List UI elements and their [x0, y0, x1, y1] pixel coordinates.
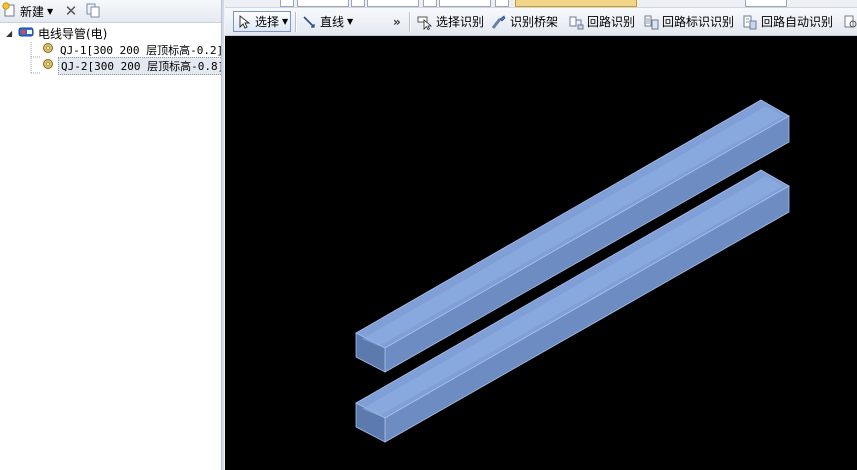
strip-field[interactable]	[439, 0, 491, 7]
line-button[interactable]: 直线 ▼	[301, 11, 353, 32]
strip-control[interactable]	[495, 0, 509, 7]
delete-button[interactable]: ✕	[62, 2, 80, 20]
circuit-recognize-button[interactable]: 回路识别	[568, 11, 635, 32]
double-chevron-right-icon: »	[393, 14, 401, 29]
component-gear-icon	[42, 42, 54, 57]
select-button[interactable]: 选择 ▼	[233, 11, 291, 32]
bridge-brush-icon	[491, 14, 507, 30]
select-recognize-label: 选择识别	[436, 15, 485, 29]
new-button-label: 新建	[20, 4, 45, 19]
chevron-down-icon[interactable]: ▼	[282, 17, 288, 26]
drawing-toolbar: 选择 ▼ 直线 ▼ » 选择识别 识别桥架 回路识别 回路标识识别 回路自动识别	[225, 8, 857, 36]
chevron-down-icon: ▼	[47, 6, 54, 16]
delete-x-icon: ✕	[64, 2, 78, 20]
component-list-panel: 新建 ▼ ✕ ◢ 电线导管(电) QJ-1[300 200 层顶标高-0.2] …	[0, 0, 228, 470]
copy-icon	[85, 2, 101, 21]
cursor-arrow-icon	[236, 14, 252, 30]
select-recognize-button[interactable]: 选择识别	[417, 11, 484, 32]
strip-control[interactable]	[280, 0, 294, 7]
component-gear-icon	[42, 58, 54, 73]
component-toolbar: 新建 ▼ ✕	[0, 0, 221, 23]
search-icon	[843, 14, 857, 30]
select-label: 选择	[255, 15, 280, 29]
circuit-label-icon	[643, 14, 659, 30]
tree-item-qj-1[interactable]: QJ-1[300 200 层顶标高-0.2]	[42, 42, 225, 57]
new-document-icon	[2, 1, 18, 21]
new-component-button[interactable]: 新建 ▼	[2, 1, 60, 21]
line-draw-icon	[301, 14, 317, 30]
strip-control[interactable]	[351, 0, 365, 7]
strip-field[interactable]	[367, 0, 419, 7]
circuit-recognize-label: 回路识别	[587, 15, 636, 29]
chevron-down-icon[interactable]: ▼	[347, 17, 353, 26]
toolbar-overflow-button[interactable]: »	[393, 11, 401, 32]
strip-field[interactable]	[297, 0, 349, 7]
tree-item-label: QJ-2[300 200 层顶标高-0.8]	[58, 56, 228, 75]
recognize-bridge-button[interactable]: 识别桥架	[491, 11, 558, 32]
conduit-icon	[18, 25, 34, 42]
line-label: 直线	[320, 15, 345, 29]
tree-item-qj-2[interactable]: QJ-2[300 200 层顶标高-0.8]	[42, 56, 228, 75]
strip-control[interactable]	[423, 0, 437, 7]
select-recognize-icon	[417, 14, 433, 30]
3d-viewport[interactable]	[225, 36, 857, 470]
circuit-icon	[568, 14, 584, 30]
circuit-label-recognize-label: 回路标识识别	[662, 15, 735, 29]
circuit-auto-icon	[742, 14, 758, 30]
strip-active-field[interactable]	[515, 0, 637, 7]
copy-button[interactable]	[83, 2, 103, 20]
drawing-canvas[interactable]	[225, 36, 857, 470]
property-strip	[225, 0, 857, 8]
toolbar-clipped-button[interactable]	[843, 11, 857, 32]
expand-collapse-icon[interactable]: ◢	[6, 29, 18, 38]
tree-item-label: QJ-1[300 200 层顶标高-0.2]	[60, 43, 224, 57]
toolbar-separator	[295, 12, 297, 32]
circuit-label-recognize-button[interactable]: 回路标识识别	[643, 11, 734, 32]
circuit-auto-recognize-button[interactable]: 回路自动识别	[742, 11, 833, 32]
circuit-auto-recognize-label: 回路自动识别	[761, 15, 834, 29]
recognize-bridge-label: 识别桥架	[510, 15, 559, 29]
strip-field[interactable]	[745, 0, 787, 7]
tree-root-label: 电线导管(电)	[38, 27, 108, 41]
tree-root-item[interactable]: ◢ 电线导管(电)	[6, 26, 107, 41]
toolbar-separator	[409, 12, 411, 32]
